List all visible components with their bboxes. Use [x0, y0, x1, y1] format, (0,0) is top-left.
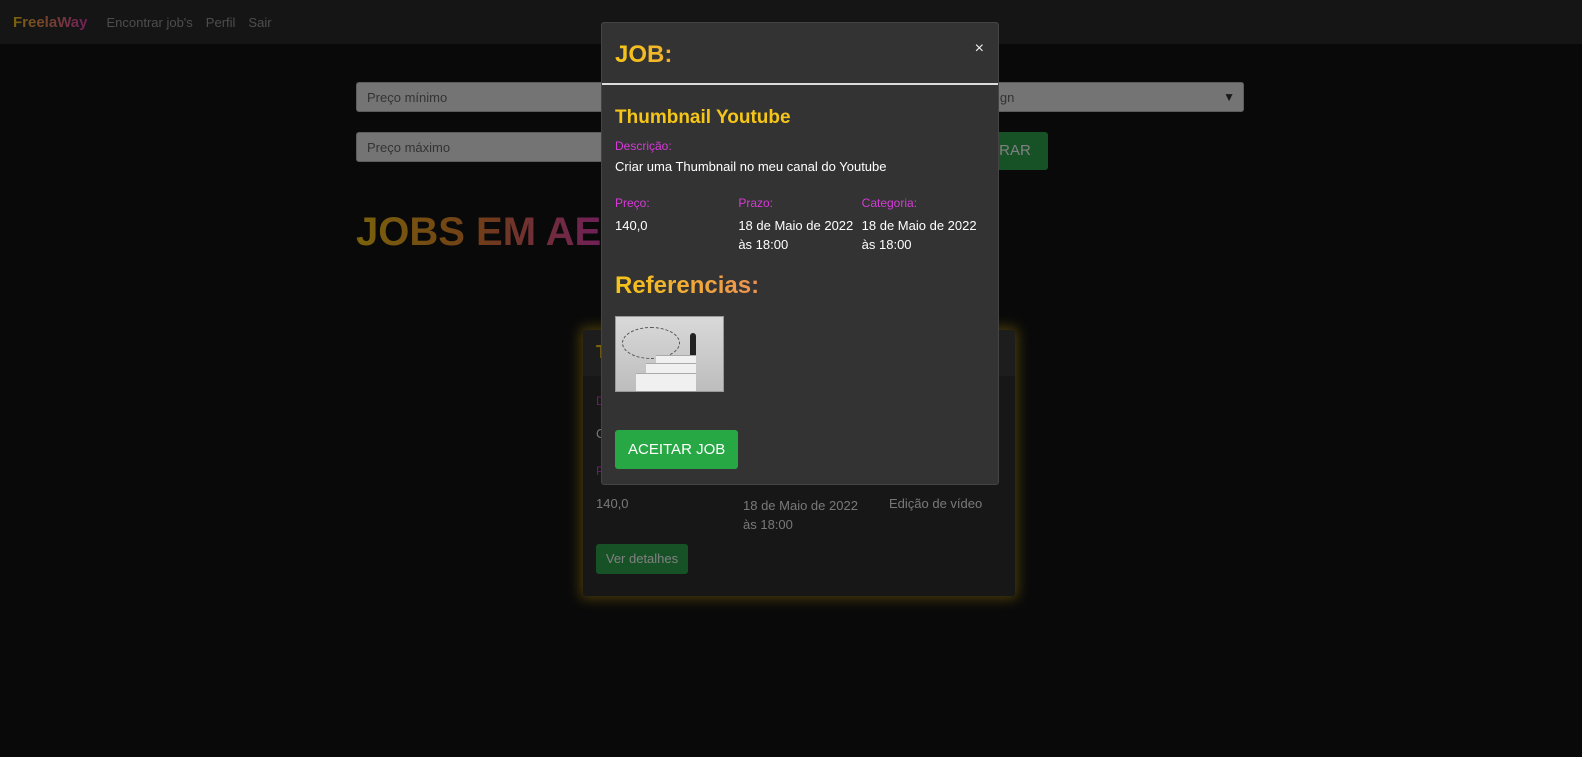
job-details-row: Preço: 140,0 Prazo: 18 de Maio de 2022 à…: [615, 196, 985, 254]
category-value: 18 de Maio de 2022 às 18:00: [861, 218, 977, 252]
description-text: Criar uma Thumbnail no meu canal do Yout…: [615, 159, 887, 174]
price-label: Preço:: [615, 196, 650, 210]
reference-image-stair: [656, 355, 696, 363]
modal-header: JOB: ×: [602, 23, 998, 85]
reference-image-stair: [646, 363, 696, 373]
modal-body: Thumbnail Youtube Descrição: Criar uma T…: [602, 85, 998, 469]
deadline-value: 18 de Maio de 2022 às 18:00: [738, 218, 854, 252]
close-icon[interactable]: ×: [975, 40, 984, 58]
reference-image[interactable]: [615, 316, 724, 392]
description-label: Descrição:: [615, 139, 672, 153]
job-title: Thumbnail Youtube: [615, 107, 791, 128]
category-column: Categoria: 18 de Maio de 2022 às 18:00: [862, 196, 985, 254]
reference-image-stair: [636, 373, 696, 391]
modal-title: JOB:: [615, 41, 985, 69]
category-label: Categoria:: [861, 196, 918, 210]
price-column: Preço: 140,0: [615, 196, 738, 254]
reference-image-person: [690, 333, 696, 355]
references-title: Referencias:: [615, 272, 985, 300]
price-value: 140,0: [615, 218, 648, 233]
accept-job-button[interactable]: ACEITAR JOB: [615, 430, 739, 469]
job-modal: JOB: × Thumbnail Youtube Descrição: Cria…: [601, 22, 999, 485]
deadline-label: Prazo:: [738, 196, 774, 210]
deadline-column: Prazo: 18 de Maio de 2022 às 18:00: [738, 196, 861, 254]
